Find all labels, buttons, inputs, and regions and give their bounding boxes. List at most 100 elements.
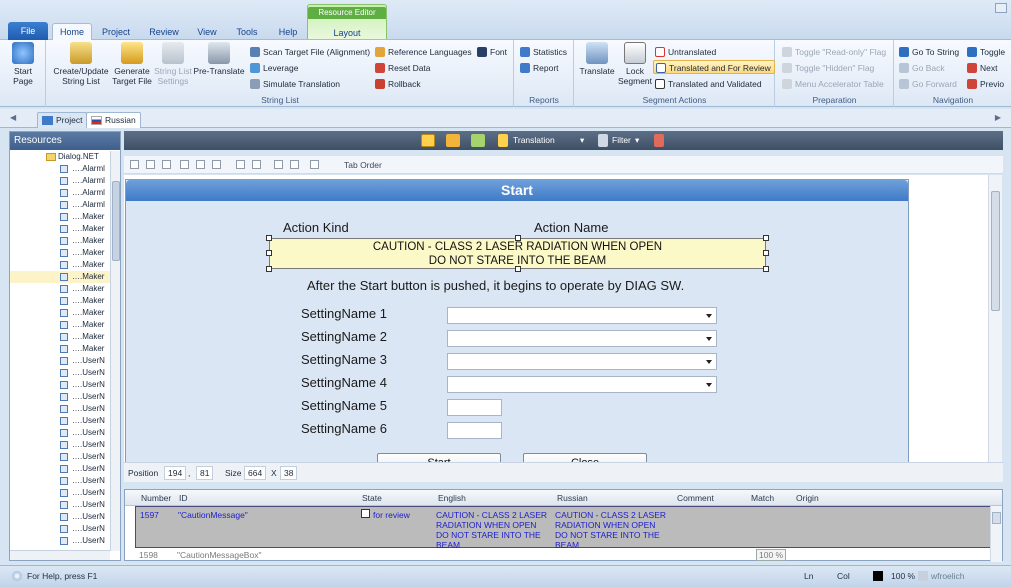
- same-height-icon[interactable]: [252, 160, 261, 169]
- tree-item[interactable]: ….Maker: [10, 295, 110, 307]
- same-size-icon[interactable]: [274, 160, 283, 169]
- toggle-readonly-button[interactable]: Toggle "Read-only" Flag: [782, 45, 886, 59]
- leverage-button[interactable]: Leverage: [250, 61, 298, 75]
- resize-handle-bottom-right[interactable]: [763, 266, 769, 272]
- tree-item[interactable]: ….Alarml: [10, 175, 110, 187]
- align-center-icon[interactable]: [146, 160, 155, 169]
- setting-2-combo[interactable]: [447, 330, 717, 347]
- translation-dropdown[interactable]: Translation: [513, 134, 555, 147]
- tree-item[interactable]: ….UserN: [10, 439, 110, 451]
- tree-item[interactable]: ….UserN: [10, 523, 110, 535]
- resize-handle-top-right[interactable]: [763, 235, 769, 241]
- tab-help[interactable]: Help: [273, 24, 303, 40]
- tree-horizontal-scrollbar[interactable]: [10, 550, 110, 560]
- tab-project[interactable]: Project: [98, 24, 134, 40]
- previous-button[interactable]: Previo: [967, 77, 1004, 91]
- resize-handle-top-left[interactable]: [266, 235, 272, 241]
- grid-icon[interactable]: [290, 160, 299, 169]
- align-middle-icon[interactable]: [196, 160, 205, 169]
- tree-item[interactable]: ….Maker: [10, 283, 110, 295]
- align-right-icon[interactable]: [162, 160, 171, 169]
- string-list-settings-button[interactable]: String List Settings: [153, 42, 193, 86]
- table-row-selected[interactable]: 1597 "CautionMessage" for review CAUTION…: [135, 506, 991, 550]
- translated-for-review-button[interactable]: Translated and For Review: [653, 60, 775, 74]
- tab-home[interactable]: Home: [52, 23, 92, 41]
- start-page-button[interactable]: Start Page: [4, 42, 42, 86]
- validate-icon[interactable]: [471, 134, 485, 147]
- action-kind-label[interactable]: Action Kind: [283, 220, 349, 235]
- align-top-icon[interactable]: [180, 160, 189, 169]
- setting-name-6-label[interactable]: SettingName 6: [301, 421, 387, 436]
- tab-review[interactable]: Review: [146, 24, 182, 40]
- action-name-label[interactable]: Action Name: [534, 220, 608, 235]
- tree-item[interactable]: ….UserN: [10, 427, 110, 439]
- report-button[interactable]: Report: [520, 61, 559, 75]
- ribbon-minimize-button[interactable]: [995, 3, 1007, 13]
- setting-name-3-label[interactable]: SettingName 3: [301, 352, 387, 367]
- tab-layout[interactable]: Layout: [308, 25, 386, 41]
- setting-5-textbox[interactable]: [447, 399, 502, 416]
- close-button[interactable]: Close: [523, 453, 647, 462]
- canvas-vertical-scrollbar[interactable]: [988, 175, 1002, 462]
- tab-order-icon[interactable]: [310, 160, 319, 169]
- resize-handle-top[interactable]: [515, 235, 521, 241]
- tab-tools[interactable]: Tools: [232, 24, 262, 40]
- reference-languages-button[interactable]: Reference Languages: [375, 45, 472, 59]
- setting-4-combo[interactable]: [447, 376, 717, 393]
- tab-scroll-right-icon[interactable]: ▶: [995, 113, 1001, 122]
- filter-dropdown[interactable]: Filter: [612, 134, 631, 147]
- reset-data-button[interactable]: Reset Data: [375, 61, 431, 75]
- tree-item[interactable]: ….Alarml: [10, 187, 110, 199]
- position-y-field[interactable]: 81: [196, 466, 214, 480]
- tab-scroll-left-icon[interactable]: ◀: [10, 113, 16, 122]
- tree-item[interactable]: ….UserN: [10, 379, 110, 391]
- tree-item[interactable]: ….UserN: [10, 499, 110, 511]
- resize-handle-right[interactable]: [763, 250, 769, 256]
- tree-item[interactable]: ….UserN: [10, 475, 110, 487]
- lock-segment-button[interactable]: Lock Segment: [617, 42, 653, 86]
- tree-item[interactable]: ….UserN: [10, 463, 110, 475]
- setting-name-4-label[interactable]: SettingName 4: [301, 375, 387, 390]
- table-row[interactable]: 1598 "CautionMessageBox" 100 %: [135, 548, 991, 562]
- generate-target-file-button[interactable]: Generate Target File: [111, 42, 153, 86]
- toggle-button[interactable]: Toggle: [967, 45, 1005, 59]
- tab-file[interactable]: File: [8, 22, 48, 40]
- setting-3-combo[interactable]: [447, 353, 717, 370]
- caution-message-label[interactable]: CAUTION - CLASS 2 LASER RADIATION WHEN O…: [269, 238, 766, 269]
- filter-dropdown-arrow-icon[interactable]: ▾: [635, 134, 639, 147]
- tree-item[interactable]: ….Maker: [10, 307, 110, 319]
- tree-item[interactable]: ….UserN: [10, 451, 110, 463]
- tree-item[interactable]: ….Maker: [10, 235, 110, 247]
- tree-vertical-scrollbar[interactable]: [110, 151, 120, 551]
- align-left-icon[interactable]: [130, 160, 139, 169]
- header-comment[interactable]: Comment: [677, 493, 714, 503]
- tab-view[interactable]: View: [192, 24, 222, 40]
- tab-order-button[interactable]: Tab Order: [344, 160, 382, 170]
- resize-handle-left[interactable]: [266, 250, 272, 256]
- tree-item[interactable]: ….Maker: [10, 259, 110, 271]
- tree-item[interactable]: ….UserN: [10, 415, 110, 427]
- setting-1-combo[interactable]: [447, 307, 717, 324]
- tree-item[interactable]: ….UserN: [10, 367, 110, 379]
- resource-tree[interactable]: Dialog.NET ….Alarml ….Alarml ….Alarml ….Ala…: [10, 151, 110, 551]
- size-height-field[interactable]: 38: [280, 466, 298, 480]
- start-button[interactable]: Start: [377, 453, 501, 462]
- statistics-button[interactable]: Statistics: [520, 45, 567, 59]
- tree-item[interactable]: ….UserN: [10, 355, 110, 367]
- header-state[interactable]: State: [362, 493, 382, 503]
- tree-item[interactable]: ….UserN: [10, 511, 110, 523]
- simulate-translation-button[interactable]: Simulate Translation: [250, 77, 340, 91]
- untranslated-button[interactable]: Untranslated: [655, 45, 716, 59]
- edit-mode-icon[interactable]: [421, 134, 435, 147]
- tree-item[interactable]: ….Alarml: [10, 163, 110, 175]
- toggle-hidden-button[interactable]: Toggle "Hidden" Flag: [782, 61, 874, 75]
- canvas-scroll-thumb[interactable]: [991, 191, 1000, 311]
- go-back-button[interactable]: Go Back: [899, 61, 945, 75]
- align-bottom-icon[interactable]: [212, 160, 221, 169]
- clear-filter-icon[interactable]: [654, 134, 664, 147]
- tree-item[interactable]: ….Alarml: [10, 199, 110, 211]
- tree-item[interactable]: ….UserN: [10, 535, 110, 547]
- tree-scroll-thumb[interactable]: [112, 181, 120, 261]
- tree-item[interactable]: ….Maker: [10, 331, 110, 343]
- create-update-string-list-button[interactable]: Create/Update String List: [52, 42, 110, 86]
